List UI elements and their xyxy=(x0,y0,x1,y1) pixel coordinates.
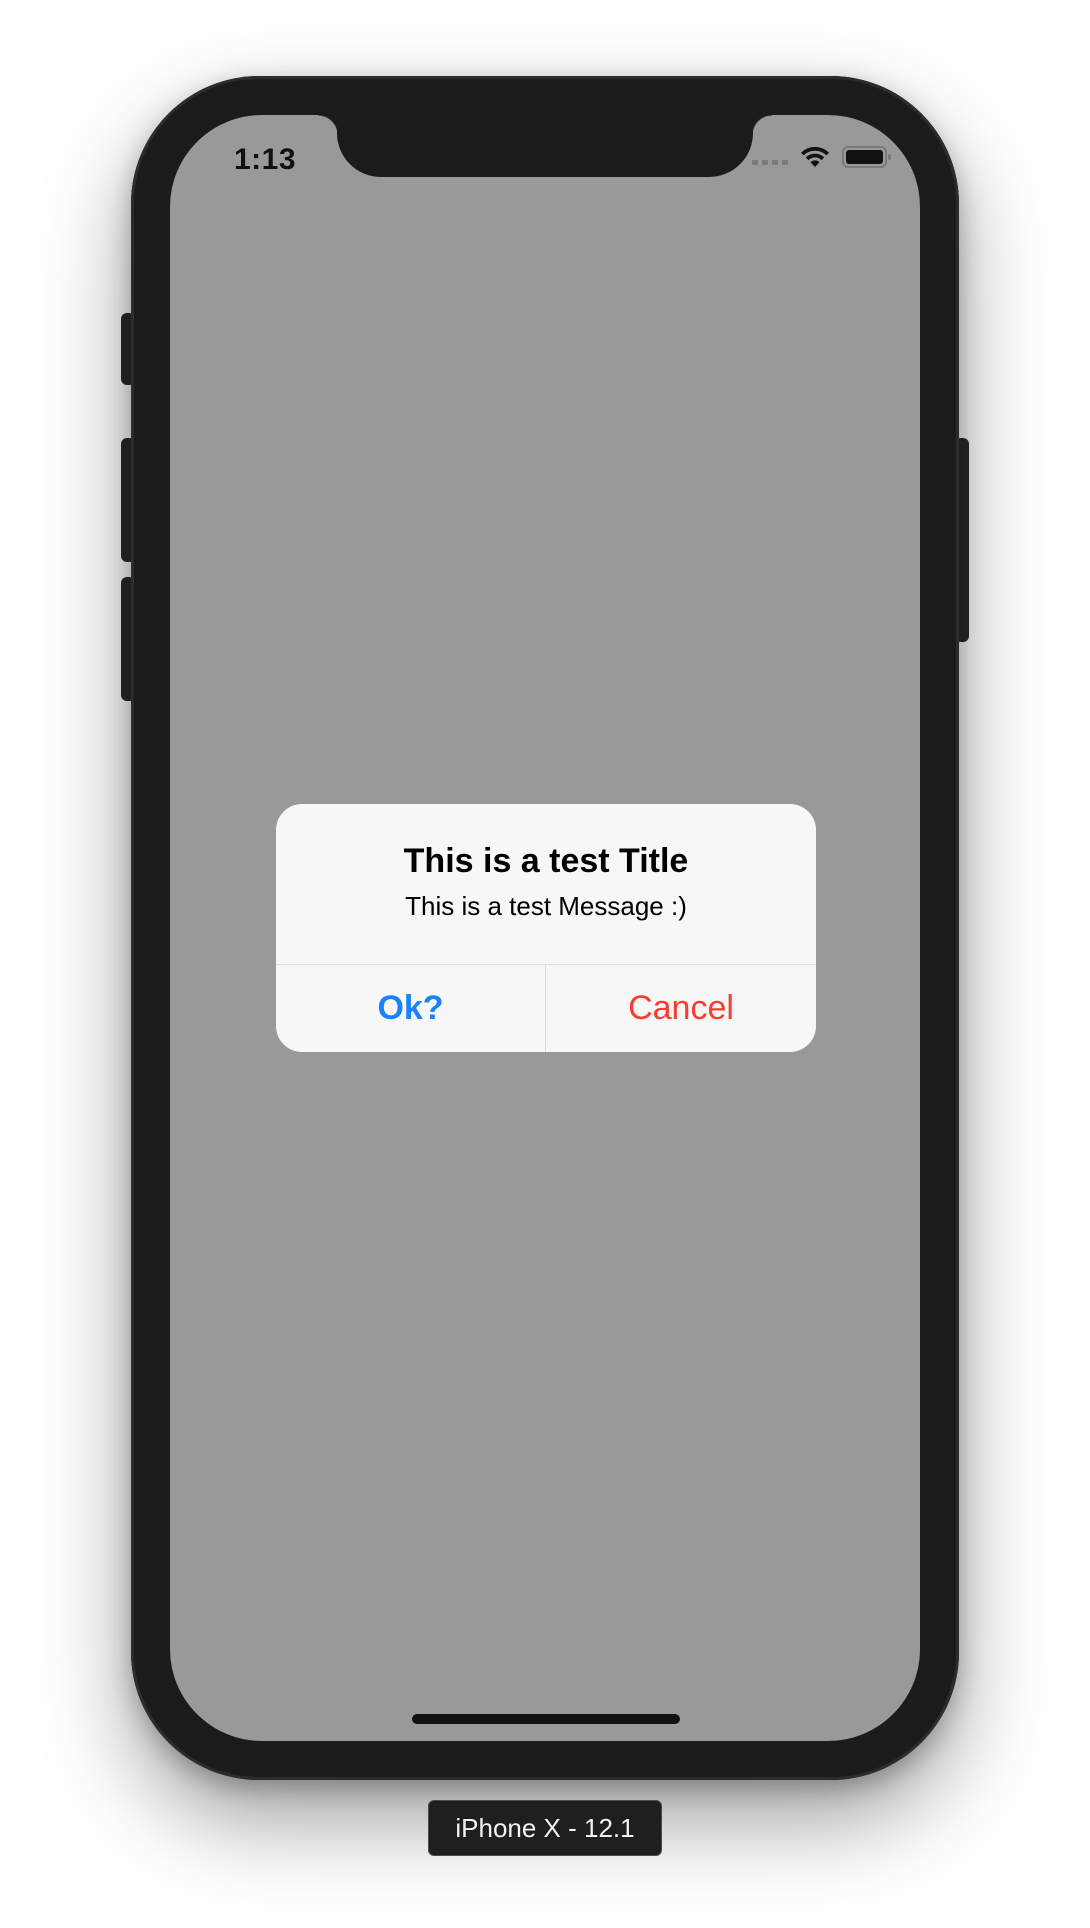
simulator-device-label: iPhone X - 12.1 xyxy=(428,1800,662,1856)
battery-icon xyxy=(842,146,891,168)
home-indicator[interactable] xyxy=(412,1714,680,1724)
alert-dialog: This is a test Title This is a test Mess… xyxy=(276,804,816,1052)
cellular-signal-icon xyxy=(752,159,788,165)
alert-title: This is a test Title xyxy=(403,842,689,880)
wifi-icon xyxy=(801,146,829,167)
device-frame: 1:13 This is a test Title This is a test… xyxy=(131,76,959,1780)
alert-message: This is a test Message :) xyxy=(405,891,687,921)
status-icons xyxy=(752,145,892,169)
notch xyxy=(318,115,772,177)
cancel-button[interactable]: Cancel xyxy=(546,965,816,1052)
status-time: 1:13 xyxy=(234,143,297,176)
simulator-stage: 1:13 This is a test Title This is a test… xyxy=(0,0,1090,1928)
device-screen: 1:13 This is a test Title This is a test… xyxy=(170,115,920,1741)
ok-button[interactable]: Ok? xyxy=(276,965,545,1052)
